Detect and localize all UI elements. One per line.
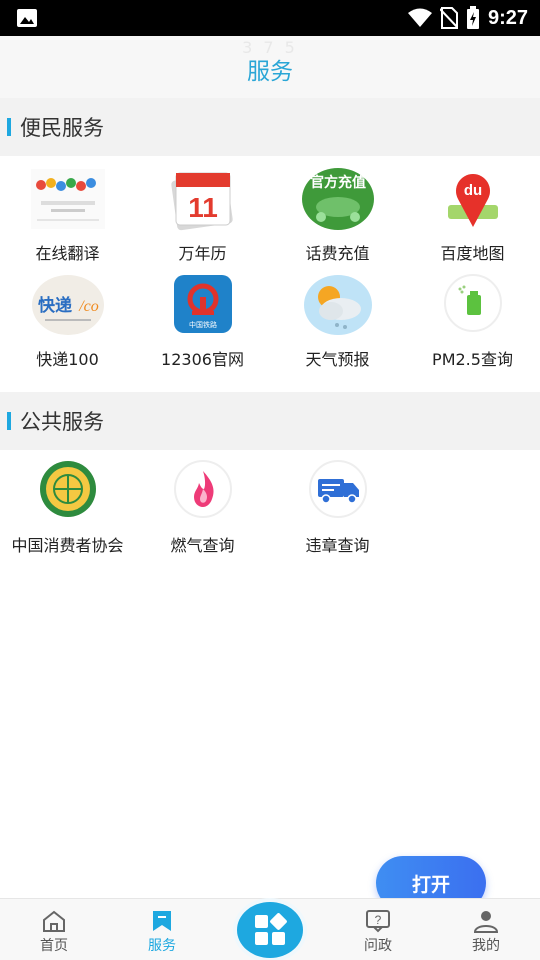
svg-text:官方充值: 官方充值 xyxy=(310,174,366,191)
svg-text:du: du xyxy=(463,182,481,199)
service-label: 万年历 xyxy=(178,244,227,263)
page-header: 3 7 5 服务 xyxy=(0,36,540,98)
consumer-association-icon xyxy=(31,458,105,524)
flame-icon xyxy=(166,458,240,524)
service-tile-express[interactable]: 快递 /co 快递100 xyxy=(0,272,135,370)
calendar-icon: 11 xyxy=(166,166,240,232)
question-icon: ? xyxy=(365,909,391,933)
service-label: 话费充值 xyxy=(305,244,370,263)
tab-label: 首页 xyxy=(40,938,68,954)
service-tile-consumer-association[interactable]: 中国消费者协会 xyxy=(0,458,135,556)
center-apps-button[interactable] xyxy=(237,902,303,958)
image-icon xyxy=(17,9,37,27)
service-label: 12306官网 xyxy=(161,350,244,369)
service-tile-weather[interactable]: 天气预报 xyxy=(270,272,405,370)
service-label: 百度地图 xyxy=(440,244,505,263)
wifi-icon xyxy=(407,8,432,27)
grid-icon xyxy=(255,913,287,945)
user-icon xyxy=(473,909,499,933)
section-title: 公共服务 xyxy=(20,410,104,434)
service-label: PM2.5查询 xyxy=(432,350,513,369)
service-label: 在线翻译 xyxy=(35,244,100,263)
svg-text:11: 11 xyxy=(188,192,218,223)
service-tile-pm25[interactable]: PM2.5查询 xyxy=(405,272,540,370)
svg-text:/co: /co xyxy=(78,298,99,315)
svg-text:快递: 快递 xyxy=(38,295,72,316)
service-tile-calendar[interactable]: 11 万年历 xyxy=(135,166,270,264)
railway-icon: 中国铁路 xyxy=(166,272,240,338)
section-header-bianmin: 便民服务 xyxy=(0,98,540,156)
service-label: 中国消费者协会 xyxy=(11,536,124,555)
tab-label: 服务 xyxy=(148,938,176,954)
svg-text:?: ? xyxy=(375,913,382,927)
translate-icon xyxy=(30,166,105,232)
tab-home[interactable]: 首页 xyxy=(0,899,108,960)
service-tile-gas[interactable]: 燃气查询 xyxy=(135,458,270,556)
no-sim-icon xyxy=(439,7,458,29)
status-bar: 9:27 xyxy=(0,0,540,36)
service-tile-translate[interactable]: 在线翻译 xyxy=(0,166,135,264)
section-header-gonggong: 公共服务 xyxy=(0,392,540,450)
tab-label: 我的 xyxy=(472,938,500,954)
service-tile-recharge[interactable]: 官方充值 话费充值 xyxy=(270,166,405,264)
section-accent-bar xyxy=(7,118,11,136)
service-label: 快递100 xyxy=(36,350,99,369)
service-label: 天气预报 xyxy=(305,350,370,369)
tab-service[interactable]: 服务 xyxy=(108,899,216,960)
clock: 9:27 xyxy=(487,6,528,29)
section-accent-bar xyxy=(7,412,11,430)
truck-icon xyxy=(301,458,375,524)
service-label: 违章查询 xyxy=(305,536,370,555)
weather-icon xyxy=(301,272,375,338)
page-title: 服务 xyxy=(247,59,293,85)
battery-charging-icon xyxy=(466,6,479,29)
service-tile-12306[interactable]: 中国铁路 12306官网 xyxy=(135,272,270,370)
tab-mine[interactable]: 我的 xyxy=(432,899,540,960)
tab-label: 问政 xyxy=(364,938,392,954)
service-label: 燃气查询 xyxy=(170,536,235,555)
service-tile-violation[interactable]: 违章查询 xyxy=(270,458,405,556)
tab-wenzheng[interactable]: ? 问政 xyxy=(324,899,432,960)
service-tile-baidu-map[interactable]: du 百度地图 xyxy=(405,166,540,264)
section-title: 便民服务 xyxy=(20,116,104,140)
bookmark-icon xyxy=(149,909,175,933)
phone-recharge-icon: 官方充值 xyxy=(301,166,375,232)
express-icon: 快递 /co xyxy=(31,272,105,338)
home-icon xyxy=(41,909,67,933)
air-quality-icon xyxy=(436,272,510,338)
map-pin-icon: du xyxy=(436,166,510,232)
svg-text:中国铁路: 中国铁路 xyxy=(189,320,217,329)
